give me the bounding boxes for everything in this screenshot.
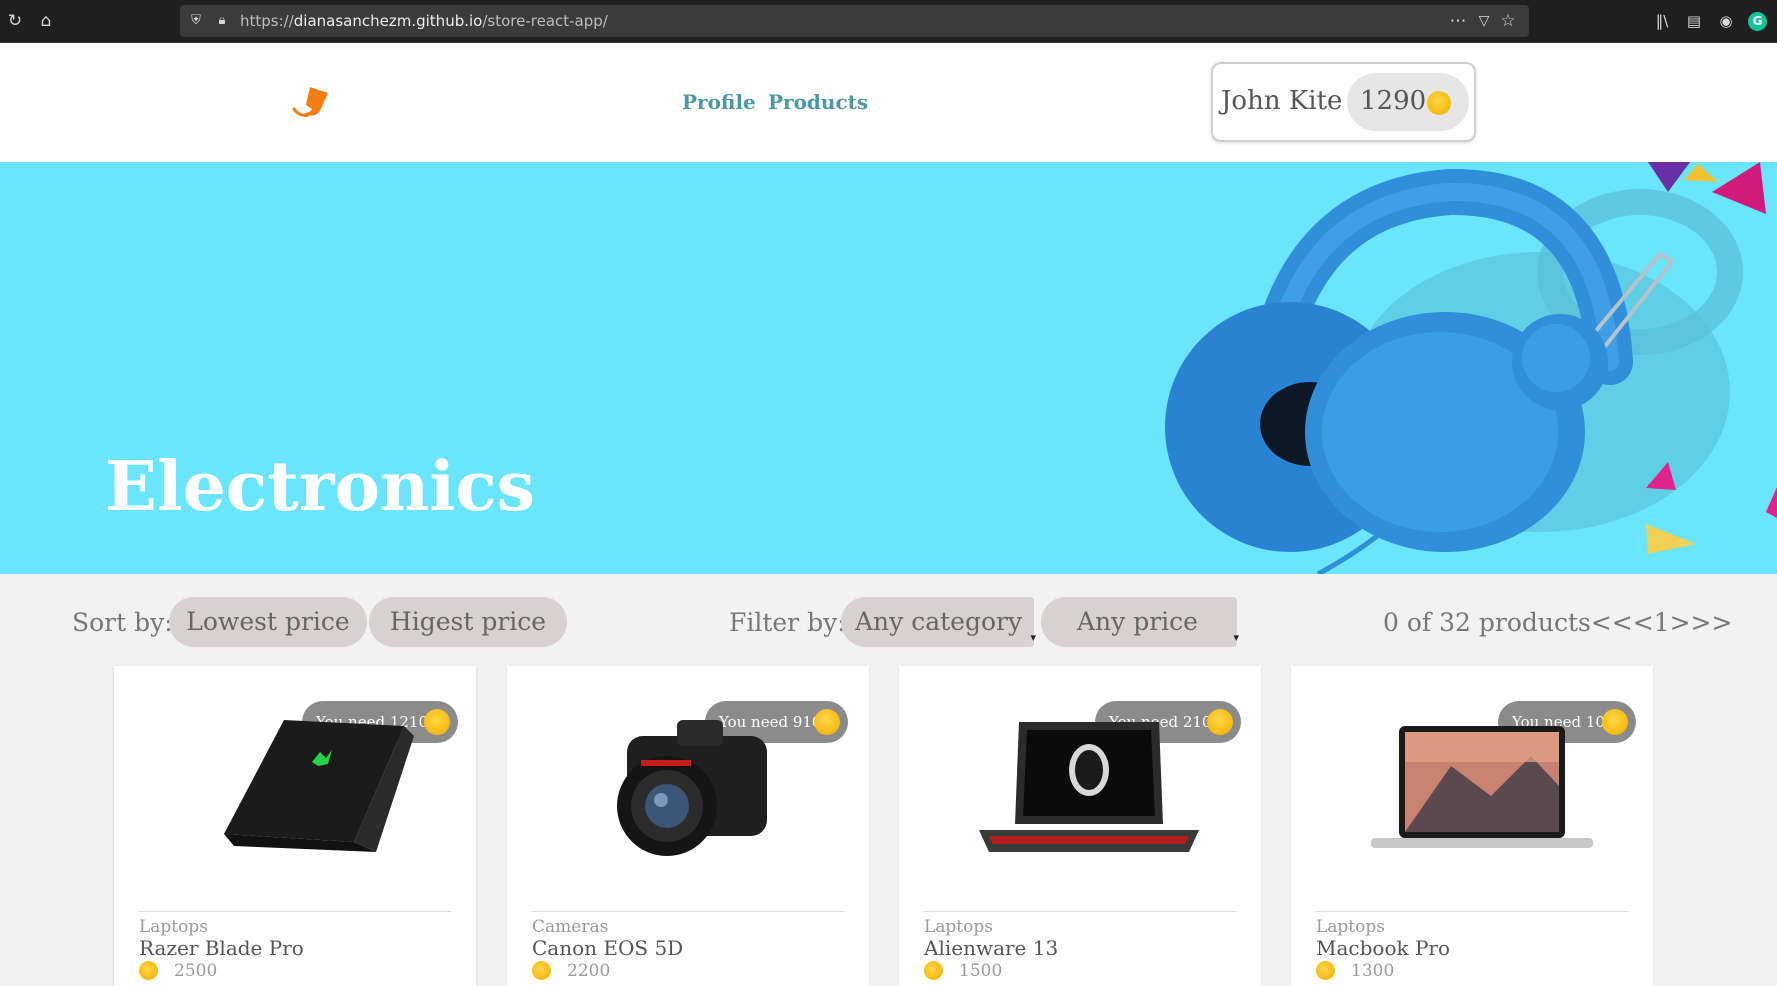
lock-icon[interactable]: 🔒︎ [212, 11, 232, 31]
product-toolbar: Sort by: Lowest price Higest price Filte… [0, 574, 1777, 664]
grammarly-icon[interactable]: G [1748, 12, 1767, 31]
product-card[interactable]: You need 210 Laptops Alienware 13 1500 [899, 666, 1261, 986]
library-icon[interactable]: ‖\ [1652, 11, 1672, 31]
product-card[interactable]: You need 910 Cameras Canon EOS 5D 2200 [507, 666, 869, 986]
points-badge: 1290 [1347, 73, 1469, 131]
hero-banner: Electronics [0, 162, 1777, 574]
price-select[interactable]: Any price ▾ [1041, 597, 1239, 647]
product-price: 2500 [174, 961, 218, 981]
chevron-down-icon: ▾ [1233, 631, 1239, 644]
decor-triangle [1646, 524, 1696, 554]
sidebar-icon[interactable]: ▤ [1684, 11, 1704, 31]
user-points-box[interactable]: John Kite 1290 [1211, 62, 1476, 142]
bookmark-star-icon[interactable]: ☆ [1498, 11, 1518, 31]
chevron-down-icon: ▾ [1030, 631, 1036, 644]
url-host: dianasanchezm.github.io [293, 12, 483, 30]
product-name: Canon EOS 5D [532, 936, 684, 960]
product-image [224, 720, 414, 852]
nav-profile[interactable]: Profile [682, 90, 756, 114]
coin-icon [139, 961, 158, 980]
product-category: Cameras [532, 917, 609, 937]
card-divider [1316, 911, 1628, 912]
decor-triangle [1766, 487, 1777, 518]
coin-icon [1602, 709, 1628, 735]
decor-triangle [1648, 162, 1690, 192]
coin-icon [924, 961, 943, 980]
sort-label: Sort by: [72, 608, 173, 637]
card-divider [532, 911, 844, 912]
product-price: 2200 [567, 961, 611, 981]
product-price: 1500 [959, 961, 1003, 981]
url-prefix: https:// [240, 12, 294, 30]
coin-icon [532, 961, 551, 980]
product-price: 1300 [1351, 961, 1395, 981]
reload-icon[interactable]: ↻ [5, 11, 25, 31]
more-actions-icon[interactable]: ⋯ [1448, 11, 1468, 31]
account-icon[interactable]: ◉ [1716, 11, 1736, 31]
address-bar[interactable]: ⛨ 🔒︎ https://dianasanchezm.github.io/sto… [180, 5, 1529, 37]
nav-products[interactable]: Products [768, 90, 868, 114]
points-value: 1290 [1360, 86, 1427, 116]
product-category: Laptops [1316, 917, 1385, 937]
product-image [617, 720, 767, 856]
shield-icon[interactable]: ⛨ [186, 11, 206, 31]
pagination[interactable]: 0 of 32 products<<<1>>> [1383, 608, 1732, 637]
product-name: Alienware 13 [924, 936, 1059, 960]
product-category: Laptops [139, 917, 208, 937]
sort-lowest-button[interactable]: Lowest price [169, 597, 367, 647]
decor-triangle [1712, 162, 1766, 214]
user-name: John Kite [1221, 86, 1343, 116]
price-select-value: Any price [1077, 607, 1198, 636]
logo-icon[interactable] [290, 83, 334, 123]
url-text[interactable]: https://dianasanchezm.github.io/store-re… [240, 12, 608, 30]
decor-triangle [1684, 164, 1718, 182]
product-image [979, 722, 1199, 852]
banner-title: Electronics [105, 447, 535, 527]
pocket-icon[interactable]: ▽ [1474, 11, 1494, 31]
category-select[interactable]: Any category ▾ [841, 597, 1036, 647]
product-name: Razer Blade Pro [139, 936, 304, 960]
sort-highest-button[interactable]: Higest price [369, 597, 567, 647]
card-divider [924, 911, 1236, 912]
url-path: /store-react-app/ [482, 12, 608, 30]
product-image [1371, 726, 1593, 848]
product-card[interactable]: You need 1210 Laptops Razer Blade Pro 25… [114, 666, 476, 986]
coin-icon [424, 709, 450, 735]
coin-icon [1316, 961, 1335, 980]
home-icon[interactable]: ⌂ [36, 11, 56, 31]
category-select-value: Any category [855, 607, 1023, 636]
filter-label: Filter by: [729, 608, 846, 637]
product-name: Macbook Pro [1316, 936, 1451, 960]
product-card[interactable]: You need 10 Laptops Macbook Pro 1300 [1291, 666, 1653, 986]
coin-icon [1427, 91, 1451, 115]
browser-toolbar: ↻ ⌂ ⛨ 🔒︎ https://dianasanchezm.github.io… [0, 0, 1777, 43]
product-category: Laptops [924, 917, 993, 937]
site-header: Profile Products John Kite 1290 [0, 43, 1777, 162]
card-divider [139, 911, 451, 912]
